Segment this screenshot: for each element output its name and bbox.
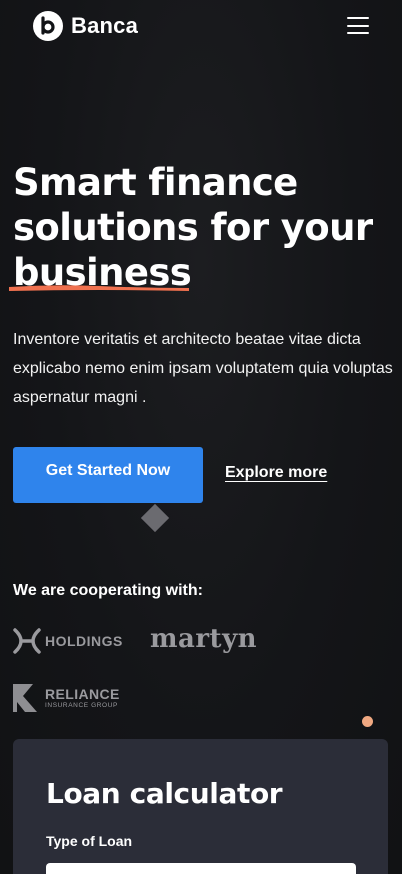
- reliance-logo-icon: [13, 684, 37, 712]
- loan-type-label: Type of Loan: [46, 833, 133, 849]
- get-started-button[interactable]: Get Started Now: [13, 447, 203, 503]
- partner-reliance: RELIANCE INSURANCE GROUP: [13, 684, 120, 712]
- hero-title-line-2: solutions for your: [13, 206, 373, 249]
- brand-name: Banca: [71, 13, 139, 38]
- brand-logo-icon: [33, 11, 63, 41]
- loan-calculator-title: Loan calculator: [46, 777, 283, 810]
- highlighted-word: business: [9, 250, 192, 295]
- loan-type-select[interactable]: [46, 863, 356, 874]
- partners-heading: We are cooperating with:: [13, 582, 203, 599]
- explore-more-link[interactable]: Explore more: [225, 464, 327, 482]
- partner-holdings: HOLDINGS: [13, 628, 123, 654]
- site-header: Banca: [0, 0, 402, 52]
- partner-reliance-name: RELIANCE: [45, 685, 120, 702]
- hero-title: Smart finance solutions for your busines…: [9, 160, 393, 295]
- partner-martyn-name: martyn: [150, 624, 258, 654]
- hero-title-line-3: business: [13, 251, 192, 294]
- holdings-logo-icon: [13, 628, 41, 654]
- decorative-dot: [362, 716, 373, 727]
- decorative-diamond: [140, 503, 170, 533]
- hero-title-line-1: Smart finance: [13, 161, 298, 204]
- hamburger-menu-icon[interactable]: [347, 17, 369, 34]
- brand-logo[interactable]: Banca: [33, 11, 138, 41]
- partner-reliance-subtitle: INSURANCE GROUP: [45, 701, 118, 709]
- partner-holdings-name: HOLDINGS: [45, 633, 123, 649]
- hero-description: Inventore veritatis et architecto beatae…: [13, 331, 393, 406]
- partner-martyn: martyn: [150, 624, 257, 654]
- loan-calculator-card: Loan calculator Type of Loan: [13, 739, 388, 874]
